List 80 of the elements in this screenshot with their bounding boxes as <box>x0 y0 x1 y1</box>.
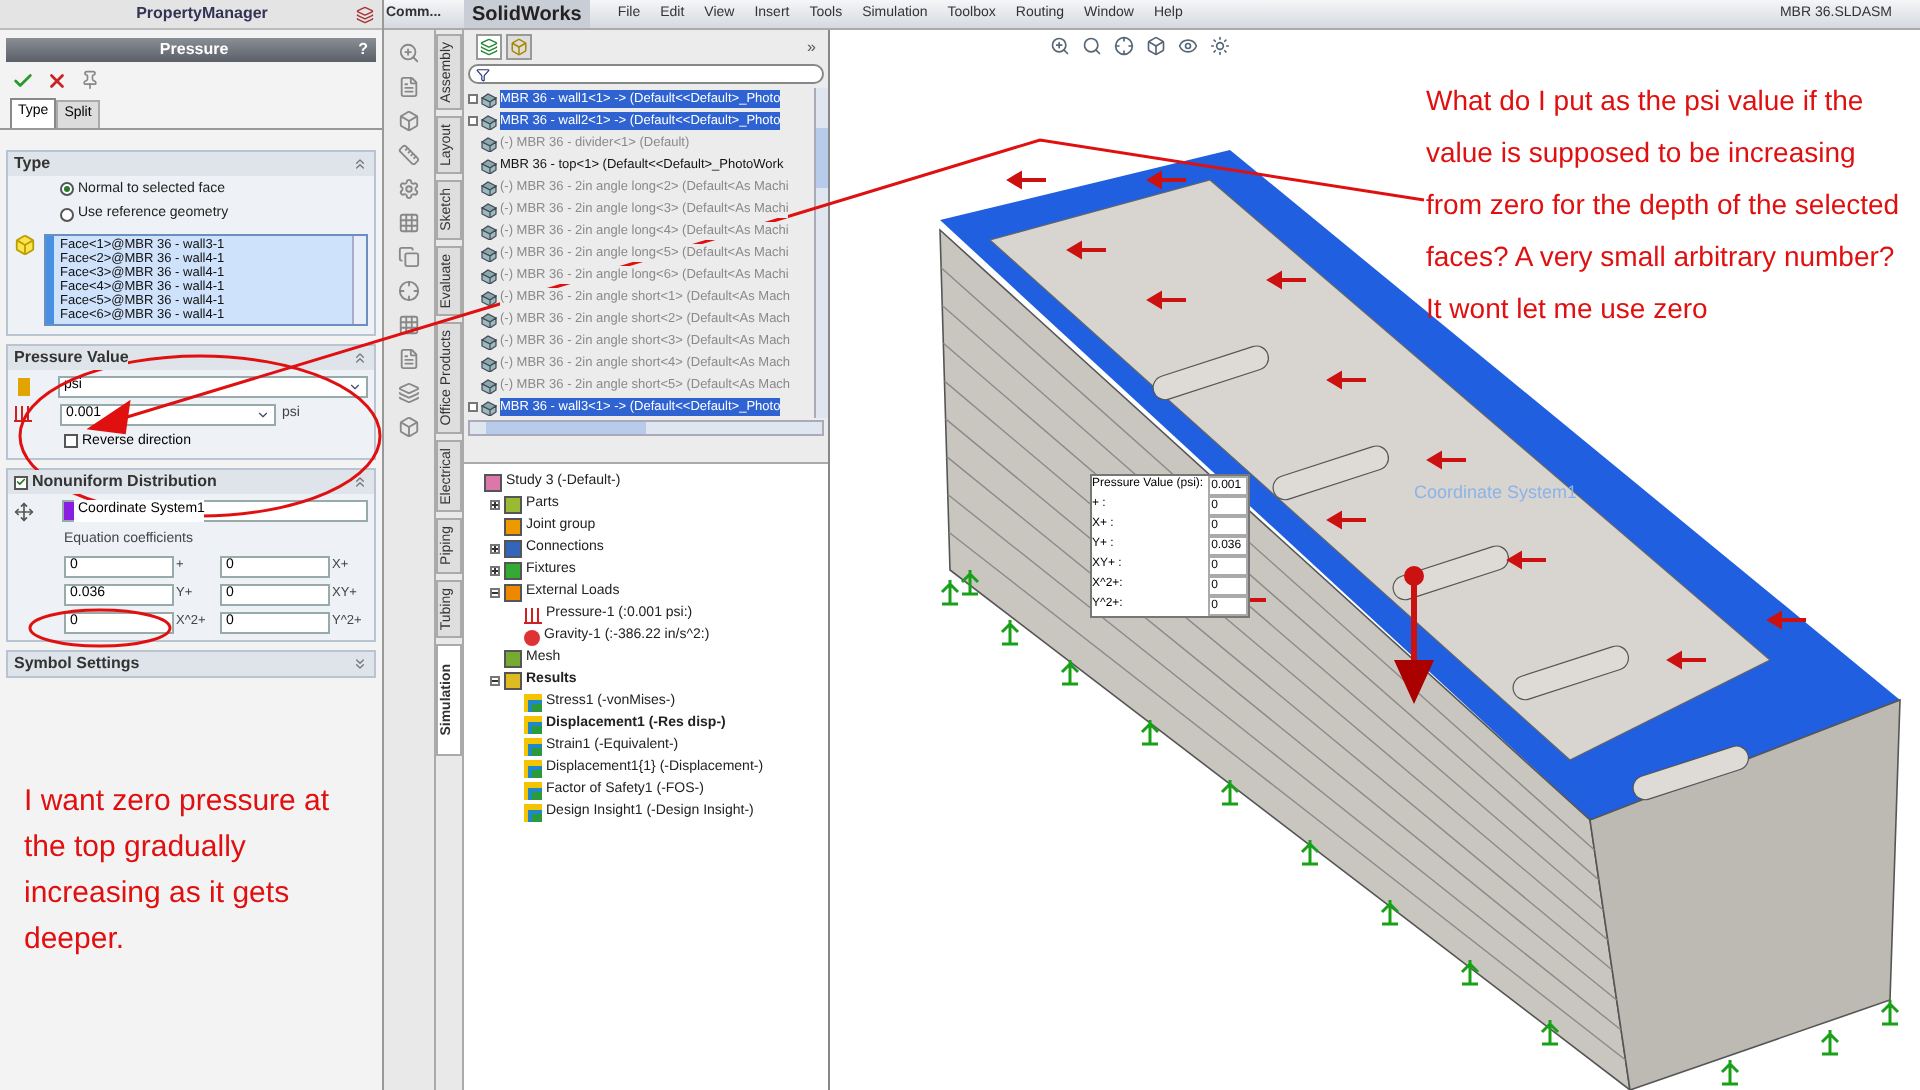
gravity-icon <box>524 629 540 645</box>
component-icon <box>480 311 498 327</box>
component-icon <box>480 377 498 393</box>
collapse-button[interactable]: » <box>807 35 816 59</box>
annotation-ellipse <box>28 608 172 648</box>
component-icon <box>480 157 498 173</box>
pin-icon[interactable] <box>80 70 100 90</box>
radio-button[interactable] <box>60 182 74 197</box>
panel-title: Pressure <box>159 38 229 62</box>
cancel-icon[interactable] <box>46 69 68 91</box>
grid-icon[interactable] <box>398 314 421 336</box>
copy-icon[interactable] <box>398 246 421 268</box>
expand-icon[interactable] <box>490 500 500 510</box>
crosshair-icon[interactable] <box>398 280 421 302</box>
ok-icon[interactable] <box>12 69 34 91</box>
scrollbar[interactable] <box>352 235 366 323</box>
component-icon <box>480 399 498 415</box>
collapse-icon[interactable] <box>490 676 500 686</box>
filter-icon[interactable] <box>476 67 490 81</box>
zoom-icon[interactable] <box>1050 35 1070 55</box>
component-icon <box>480 135 498 151</box>
component-icon <box>480 289 498 305</box>
section-title: Type <box>14 151 51 175</box>
question-note: What do I put as the psi value if the value is supposed to be increasing from zero for the depth of the selected faces? A very small arbitrary number? It wont let me use zero <box>1426 82 1902 328</box>
component-icon <box>480 267 498 283</box>
search-icon[interactable] <box>1082 35 1102 55</box>
ruler-icon[interactable] <box>398 144 421 166</box>
tree-tab[interactable] <box>476 34 502 60</box>
tree-tab[interactable] <box>506 34 532 60</box>
component-icon <box>480 223 498 239</box>
component-icon <box>480 113 498 129</box>
unit-icon <box>18 377 30 395</box>
collapse-icon[interactable] <box>490 588 500 598</box>
dropdown-caret-icon <box>348 379 362 393</box>
checkbox[interactable] <box>64 434 78 449</box>
scrollbar[interactable] <box>814 88 828 418</box>
component-icon <box>480 179 498 195</box>
help-button[interactable]: ? <box>358 38 368 62</box>
dropdown-caret-icon <box>256 407 270 421</box>
plot-icon <box>524 694 542 712</box>
expand-icon[interactable] <box>490 566 500 576</box>
sun-icon[interactable] <box>1210 35 1230 55</box>
section-title: Symbol Settings <box>14 651 140 675</box>
horizontal-scrollbar[interactable] <box>468 420 824 436</box>
plot-icon <box>524 738 542 756</box>
pressure-arrows-icon <box>14 406 32 422</box>
expand-icon[interactable] <box>490 544 500 554</box>
component-icon <box>480 245 498 261</box>
component-icon <box>480 91 498 107</box>
layers-icon[interactable] <box>398 382 421 404</box>
layers-icon[interactable] <box>355 5 374 23</box>
coordinate-label: Coordinate System1 <box>1414 480 1578 506</box>
checkbox[interactable] <box>14 475 28 489</box>
filter-field[interactable] <box>468 64 824 84</box>
section-title: Nonuniform Distribution <box>32 470 217 494</box>
cube-icon[interactable] <box>398 110 421 132</box>
crosshair-icon[interactable] <box>1114 35 1134 55</box>
zoom-icon[interactable] <box>398 42 421 64</box>
section-title: Pressure Value <box>14 345 129 369</box>
document-icon[interactable] <box>398 348 421 370</box>
component-icon <box>480 333 498 349</box>
component-icon <box>480 201 498 217</box>
cube-icon[interactable] <box>398 416 421 438</box>
plot-icon <box>524 782 542 800</box>
cube-icon <box>14 233 36 255</box>
gear-icon[interactable] <box>398 178 421 200</box>
grid-icon[interactable] <box>398 212 421 234</box>
plot-icon <box>524 716 542 734</box>
document-icon[interactable] <box>398 76 421 98</box>
radio-button[interactable] <box>60 207 74 222</box>
axes-icon <box>14 501 34 521</box>
pressure-icon <box>524 607 542 623</box>
plot-icon <box>524 760 542 778</box>
component-icon <box>480 355 498 371</box>
comment-note: I want zero pressure at the top gradually increasing as it gets deeper. <box>22 781 332 959</box>
plot-icon <box>524 804 542 822</box>
eye-icon[interactable] <box>1178 35 1198 55</box>
app-logo: SolidWorks <box>464 0 590 28</box>
cube-icon[interactable] <box>1146 35 1166 55</box>
panel-header: PropertyManager <box>136 2 268 26</box>
